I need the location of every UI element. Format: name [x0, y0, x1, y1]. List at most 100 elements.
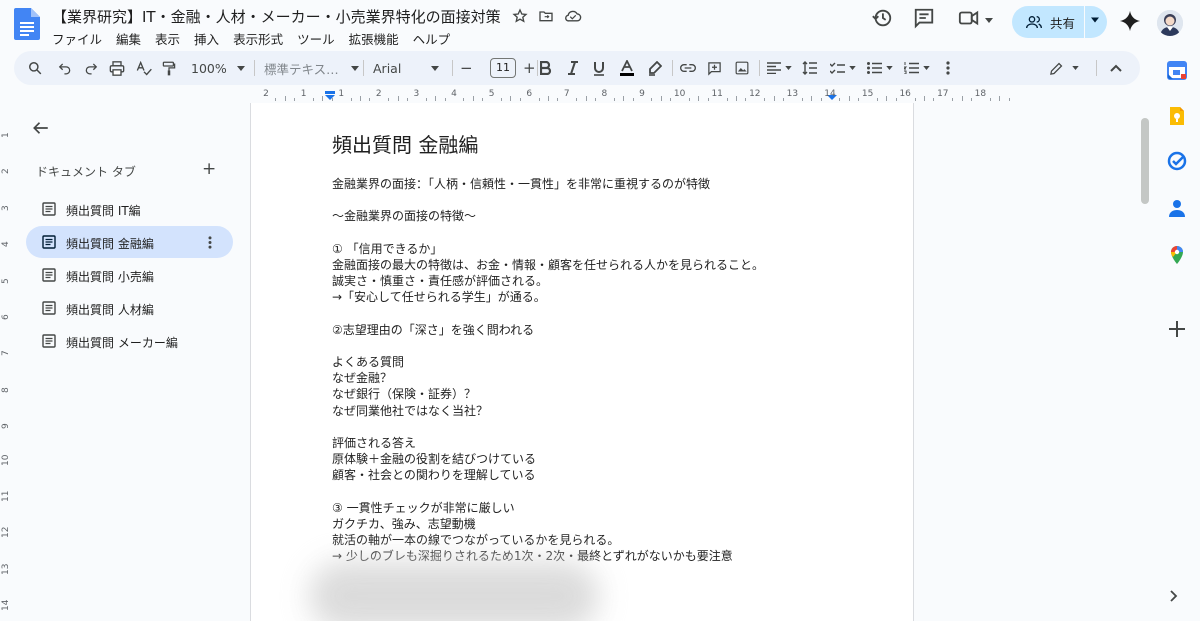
body-line[interactable]: 就活の軸が一本の線でつながっているかを見られる。 [332, 532, 764, 548]
bold-icon[interactable] [540, 61, 552, 75]
collapse-toolbar-icon[interactable] [1110, 64, 1122, 72]
ruler-tick [764, 98, 766, 101]
tab-hr[interactable]: 頻出質問 人材編 [26, 292, 233, 324]
body-line[interactable]: 評価される答え [332, 435, 764, 451]
menu-format[interactable]: 表示形式 [233, 29, 291, 48]
body-line[interactable]: 金融面接の最大の特徴は、お金・情報・顧客を任せられる人かを見られること。 [332, 257, 764, 273]
share-button[interactable]: 共有 [1012, 6, 1107, 38]
more-options-icon[interactable] [946, 61, 950, 75]
add-comment-icon[interactable] [707, 61, 722, 76]
search-menus-icon[interactable] [28, 61, 42, 75]
page-heading[interactable]: 頻出質問 金融編 [332, 129, 478, 158]
decrease-font-size-button[interactable]: − [460, 59, 473, 77]
document-title[interactable]: 【業界研究】IT・金融・人材・メーカー・小売業界特化の面接対策 [52, 6, 501, 27]
align-left-icon[interactable] [767, 62, 781, 74]
version-history-icon[interactable] [871, 7, 893, 29]
tab-finance[interactable]: 頻出質問 金融編 [26, 226, 233, 258]
menu-file[interactable]: ファイル [52, 29, 110, 48]
blank-line[interactable] [332, 192, 764, 208]
vruler-number: 14 [1, 599, 11, 612]
blank-line[interactable] [332, 484, 764, 500]
menu-edit[interactable]: 編集 [116, 29, 149, 48]
checklist-icon[interactable] [830, 62, 845, 75]
back-arrow-icon[interactable] [32, 119, 50, 137]
meet-dropdown-icon[interactable] [985, 18, 993, 23]
insert-link-icon[interactable] [680, 63, 696, 73]
body-line[interactable]: よくある質問 [332, 354, 764, 370]
body-line[interactable]: ① 「信用できるか」 [332, 241, 764, 257]
body-line[interactable]: ②志望理由の「深さ」を強く問われる [332, 322, 764, 338]
highlight-color-icon[interactable] [648, 60, 662, 76]
left-indent-marker-icon[interactable] [325, 91, 335, 100]
menu-view[interactable]: 表示 [155, 29, 188, 48]
tab-retail[interactable]: 頻出質問 小売編 [26, 259, 233, 291]
keep-icon[interactable] [1167, 106, 1187, 126]
zoom-select[interactable]: 100% [191, 59, 245, 77]
comments-icon[interactable] [913, 7, 935, 29]
share-dropdown-icon[interactable] [1091, 17, 1099, 23]
blank-line[interactable] [332, 306, 764, 322]
star-icon[interactable] [512, 8, 528, 24]
tasks-icon[interactable] [1167, 151, 1187, 171]
style-value: 標準テキス… [264, 61, 339, 77]
meet-icon[interactable] [958, 7, 980, 29]
body-line[interactable]: ③ 一貫性チェックが非常に厳しい [332, 500, 764, 516]
font-select[interactable]: Arial [373, 59, 440, 77]
blank-line[interactable] [332, 338, 764, 354]
body-line[interactable]: なぜ金融？ [332, 370, 764, 386]
avatar[interactable] [1157, 10, 1183, 36]
menu-insert[interactable]: 挿入 [194, 29, 227, 48]
show-side-panel-icon[interactable] [1170, 590, 1178, 606]
calendar-icon[interactable] [1167, 60, 1187, 80]
body-line[interactable]: 原体験＋金融の役割を結びつけている [332, 451, 764, 467]
body-line[interactable]: 誠実さ・慎重さ・責任感が評価される。 [332, 273, 764, 289]
add-addon-icon[interactable] [1167, 319, 1187, 339]
docs-logo-icon[interactable] [14, 8, 40, 40]
redo-icon[interactable] [84, 61, 98, 75]
line-spacing-icon[interactable] [802, 61, 817, 75]
bulleted-list-icon[interactable] [867, 62, 882, 74]
menu-tools[interactable]: ツール [297, 29, 343, 48]
body-line[interactable]: なぜ銀行（保険・証券）？ [332, 386, 764, 402]
undo-icon[interactable] [58, 61, 72, 75]
tab-it[interactable]: 頻出質問 IT編 [26, 193, 233, 225]
body-line[interactable]: 顧客・社会との関わりを理解している [332, 467, 764, 483]
toolbar-divider [1096, 60, 1097, 76]
scrollbar[interactable] [1141, 118, 1149, 204]
document-body[interactable]: 金融業界の面接：「人柄・信頼性・一貫性」を非常に重視するのが特徴 〜金融業界の面接… [332, 176, 764, 565]
insert-image-icon[interactable] [735, 61, 749, 75]
tab-manufacturer[interactable]: 頻出質問 メーカー編 [26, 325, 233, 357]
maps-icon[interactable] [1167, 245, 1187, 265]
increase-font-size-button[interactable]: + [523, 59, 536, 77]
cloud-status-icon[interactable] [564, 8, 582, 24]
menu-help[interactable]: ヘルプ [413, 29, 459, 48]
gemini-icon[interactable] [1119, 10, 1141, 32]
numbered-list-icon[interactable] [904, 62, 919, 74]
underline-icon[interactable] [593, 61, 605, 76]
body-line[interactable]: ガクチカ、強み、志望動機 [332, 516, 764, 532]
italic-icon[interactable] [567, 61, 579, 75]
move-folder-icon[interactable] [538, 8, 554, 24]
menu-extensions[interactable]: 拡張機能 [349, 29, 407, 48]
contacts-icon[interactable] [1167, 198, 1187, 218]
document-page[interactable]: 頻出質問 金融編 金融業界の面接：「人柄・信頼性・一貫性」を非常に重視するのが特… [250, 103, 914, 621]
editing-mode-icon[interactable] [1049, 61, 1064, 76]
tab-options-icon[interactable] [208, 236, 212, 249]
text-color-icon[interactable] [620, 60, 634, 76]
font-value: Arial [373, 60, 402, 76]
style-select[interactable]: 標準テキス… [264, 59, 359, 77]
vertical-ruler[interactable]: 123456789101112131415 [0, 103, 14, 621]
ruler-tick [538, 98, 540, 101]
horizontal-ruler[interactable]: 2 1 1 2 3 4 5 6 7 8 9 10 11 12 13 14 15 16 17 18 [250, 88, 1010, 102]
add-tab-button[interactable]: + [202, 161, 216, 178]
blank-line[interactable] [332, 419, 764, 435]
body-line[interactable]: →「安心して任せられる学生」が通る。 [332, 289, 764, 305]
body-line[interactable]: 金融業界の面接：「人柄・信頼性・一貫性」を非常に重視するのが特徴 [332, 176, 764, 192]
font-size-input[interactable]: 11 [490, 58, 516, 78]
paint-format-icon[interactable] [162, 61, 176, 76]
body-line[interactable]: なぜ同業他社ではなく当社？ [332, 403, 764, 419]
body-line[interactable]: 〜金融業界の面接の特徴〜 [332, 208, 764, 224]
blank-line[interactable] [332, 225, 764, 241]
spellcheck-icon[interactable] [136, 60, 152, 76]
print-icon[interactable] [109, 60, 125, 76]
